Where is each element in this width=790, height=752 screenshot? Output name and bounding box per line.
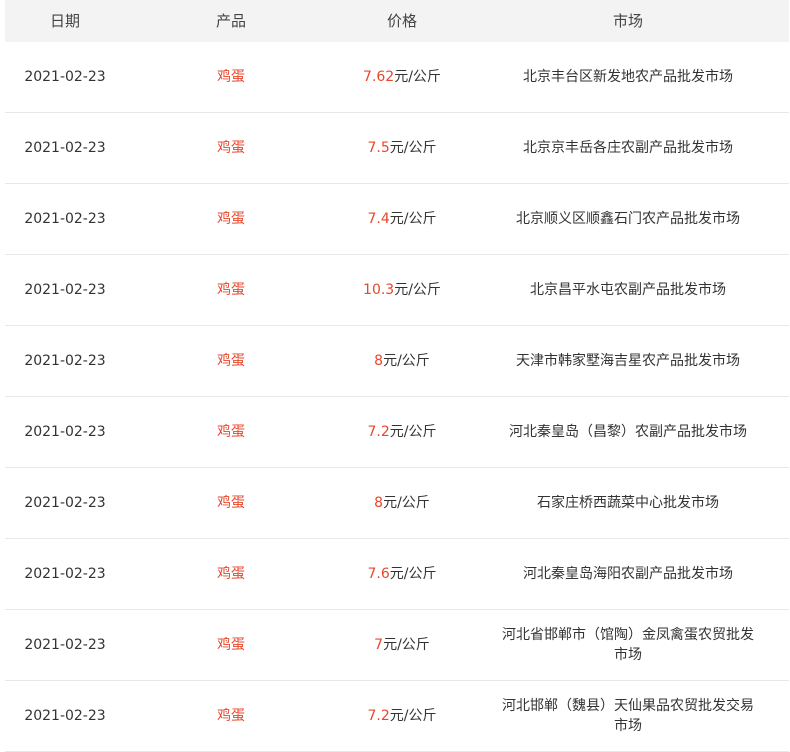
date-cell: 2021-02-23 <box>24 495 106 511</box>
market-name: 河北秦皇岛海阳农副产品批发市场 <box>523 566 733 582</box>
product-cell: 鸡蛋 <box>125 138 337 158</box>
product-link[interactable]: 鸡蛋 <box>217 69 245 85</box>
price-value: 7.4 <box>367 211 390 227</box>
product-link[interactable]: 鸡蛋 <box>217 140 245 156</box>
table-row: 2021-02-23 鸡蛋 7.2元/公斤 河北邯郸（魏县）天仙果品农贸批发交易… <box>5 681 789 752</box>
market-cell: 北京昌平水屯农副产品批发市场 <box>467 280 789 300</box>
price-value: 7.6 <box>367 566 390 582</box>
market-cell: 天津市韩家墅海吉星农产品批发市场 <box>467 351 789 371</box>
table-row: 2021-02-23 鸡蛋 7.6元/公斤 河北秦皇岛海阳农副产品批发市场 <box>5 539 789 610</box>
price-unit: 元/公斤 <box>394 282 441 298</box>
product-cell: 鸡蛋 <box>125 209 337 229</box>
column-header-date: 日期 <box>49 12 80 30</box>
price-value: 7.2 <box>367 424 390 440</box>
market-name: 河北秦皇岛（昌黎）农副产品批发市场 <box>509 424 747 440</box>
price-value: 8 <box>374 495 384 511</box>
table-row: 2021-02-23 鸡蛋 7.2元/公斤 河北秦皇岛（昌黎）农副产品批发市场 <box>5 397 789 468</box>
date-cell: 2021-02-23 <box>24 211 106 227</box>
market-name: 天津市韩家墅海吉星农产品批发市场 <box>516 353 740 369</box>
market-name: 北京京丰岳各庄农副产品批发市场 <box>523 140 733 156</box>
product-cell: 鸡蛋 <box>125 564 337 584</box>
price-value: 7.62 <box>363 69 395 85</box>
date-cell: 2021-02-23 <box>24 424 106 440</box>
table-row: 2021-02-23 鸡蛋 7.5元/公斤 北京京丰岳各庄农副产品批发市场 <box>5 113 789 184</box>
market-name: 北京丰台区新发地农产品批发市场 <box>523 69 733 85</box>
market-cell: 北京丰台区新发地农产品批发市场 <box>467 67 789 87</box>
product-link[interactable]: 鸡蛋 <box>217 637 245 653</box>
product-cell: 鸡蛋 <box>125 493 337 513</box>
product-cell: 鸡蛋 <box>125 422 337 442</box>
price-unit: 元/公斤 <box>389 708 437 724</box>
price-cell: 7.2元/公斤 <box>337 422 467 442</box>
price-unit: 元/公斤 <box>383 495 430 511</box>
product-link[interactable]: 鸡蛋 <box>217 211 245 227</box>
date-cell: 2021-02-23 <box>24 140 106 156</box>
price-table: 日期 产品 价格 市场 2021-02-23 鸡蛋 7.62元/公斤 北京丰台区… <box>5 0 789 752</box>
product-link[interactable]: 鸡蛋 <box>217 353 245 369</box>
price-unit: 元/公斤 <box>383 353 430 369</box>
product-cell: 鸡蛋 <box>125 67 337 87</box>
price-cell: 7.62元/公斤 <box>337 67 467 87</box>
column-header-price: 价格 <box>386 12 417 30</box>
date-cell: 2021-02-23 <box>24 637 106 653</box>
price-cell: 7.5元/公斤 <box>337 138 467 158</box>
market-name: 河北邯郸（魏县）天仙果品农贸批发交易市场 <box>502 698 754 734</box>
product-cell: 鸡蛋 <box>125 635 337 655</box>
column-header-market: 市场 <box>612 12 643 30</box>
price-value: 7.5 <box>367 140 390 156</box>
table-header: 日期 产品 价格 市场 <box>5 0 789 42</box>
product-cell: 鸡蛋 <box>125 351 337 371</box>
market-cell: 北京顺义区顺鑫石门农产品批发市场 <box>467 209 789 229</box>
market-name: 北京顺义区顺鑫石门农产品批发市场 <box>516 211 740 227</box>
market-cell: 石家庄桥西蔬菜中心批发市场 <box>467 493 789 513</box>
table-row: 2021-02-23 鸡蛋 7元/公斤 河北省邯郸市（馆陶）金凤禽蛋农贸批发市场 <box>5 610 789 681</box>
product-cell: 鸡蛋 <box>125 280 337 300</box>
price-unit: 元/公斤 <box>389 566 437 582</box>
table-row: 2021-02-23 鸡蛋 8元/公斤 石家庄桥西蔬菜中心批发市场 <box>5 468 789 539</box>
date-cell: 2021-02-23 <box>24 353 106 369</box>
product-cell: 鸡蛋 <box>125 706 337 726</box>
product-link[interactable]: 鸡蛋 <box>217 495 245 511</box>
price-cell: 8元/公斤 <box>337 493 467 513</box>
price-unit: 元/公斤 <box>389 211 437 227</box>
date-cell: 2021-02-23 <box>24 282 106 298</box>
table-row: 2021-02-23 鸡蛋 7.62元/公斤 北京丰台区新发地农产品批发市场 <box>5 42 789 113</box>
price-cell: 7.6元/公斤 <box>337 564 467 584</box>
price-cell: 7.2元/公斤 <box>337 706 467 726</box>
product-link[interactable]: 鸡蛋 <box>217 282 245 298</box>
market-cell: 北京京丰岳各庄农副产品批发市场 <box>467 138 789 158</box>
table-body: 2021-02-23 鸡蛋 7.62元/公斤 北京丰台区新发地农产品批发市场 2… <box>5 42 789 752</box>
price-value: 8 <box>374 353 384 369</box>
product-link[interactable]: 鸡蛋 <box>217 566 245 582</box>
table-row: 2021-02-23 鸡蛋 8元/公斤 天津市韩家墅海吉星农产品批发市场 <box>5 326 789 397</box>
market-name: 北京昌平水屯农副产品批发市场 <box>530 282 726 298</box>
price-unit: 元/公斤 <box>383 637 430 653</box>
column-header-product: 产品 <box>215 12 246 30</box>
price-unit: 元/公斤 <box>394 69 441 85</box>
product-link[interactable]: 鸡蛋 <box>217 708 245 724</box>
date-cell: 2021-02-23 <box>24 69 106 85</box>
market-name: 河北省邯郸市（馆陶）金凤禽蛋农贸批发市场 <box>502 627 754 663</box>
market-cell: 河北省邯郸市（馆陶）金凤禽蛋农贸批发市场 <box>467 625 789 665</box>
table-row: 2021-02-23 鸡蛋 10.3元/公斤 北京昌平水屯农副产品批发市场 <box>5 255 789 326</box>
product-link[interactable]: 鸡蛋 <box>217 424 245 440</box>
price-cell: 7元/公斤 <box>337 635 467 655</box>
market-cell: 河北秦皇岛（昌黎）农副产品批发市场 <box>467 422 789 442</box>
date-cell: 2021-02-23 <box>24 566 106 582</box>
table-row: 2021-02-23 鸡蛋 7.4元/公斤 北京顺义区顺鑫石门农产品批发市场 <box>5 184 789 255</box>
market-cell: 河北邯郸（魏县）天仙果品农贸批发交易市场 <box>467 696 789 736</box>
market-cell: 河北秦皇岛海阳农副产品批发市场 <box>467 564 789 584</box>
price-value: 7 <box>374 637 384 653</box>
price-unit: 元/公斤 <box>389 140 437 156</box>
price-cell: 7.4元/公斤 <box>337 209 467 229</box>
price-cell: 8元/公斤 <box>337 351 467 371</box>
price-value: 10.3 <box>363 282 395 298</box>
price-cell: 10.3元/公斤 <box>337 280 467 300</box>
price-unit: 元/公斤 <box>389 424 437 440</box>
market-name: 石家庄桥西蔬菜中心批发市场 <box>537 495 719 511</box>
date-cell: 2021-02-23 <box>24 708 106 724</box>
price-value: 7.2 <box>367 708 390 724</box>
